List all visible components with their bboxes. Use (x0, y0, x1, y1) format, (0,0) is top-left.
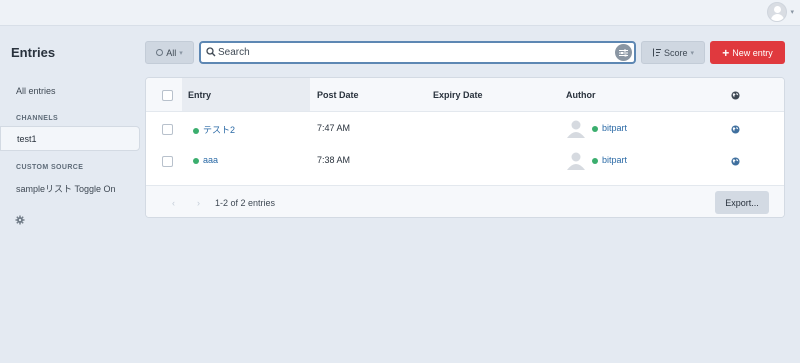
sidebar: Entries All entries CHANNELS test1 CUSTO… (0, 27, 140, 363)
sort-label: Score (663, 47, 688, 58)
entry-title-link[interactable]: aaa (203, 155, 218, 165)
page-title: Entries (11, 45, 56, 60)
sidebar-item-label: test1 (17, 134, 37, 144)
search-input[interactable] (218, 45, 608, 60)
search-icon (206, 47, 216, 57)
new-entry-button[interactable]: + New entry (710, 41, 785, 64)
author-avatar-icon (567, 120, 585, 138)
entry-title-link[interactable]: テスト2 (203, 125, 235, 135)
author-cell: bitpart (592, 123, 627, 133)
table-row[interactable]: aaa 7:38 AM bitpart (146, 145, 784, 177)
post-date-cell: 7:38 AM (317, 155, 351, 165)
column-header-post-date[interactable]: Post Date (317, 90, 359, 100)
search-filter-button[interactable] (615, 44, 632, 61)
next-page-icon[interactable]: › (197, 198, 200, 208)
globe-icon (731, 91, 740, 100)
globe-icon[interactable] (731, 157, 740, 166)
status-dot (193, 157, 199, 164)
table-footer: ‹ › 1-2 of 2 entries Export... (146, 185, 784, 217)
status-dot (193, 127, 199, 134)
sort-dropdown[interactable]: Score ▾ (641, 41, 705, 64)
chevron-down-icon: ▾ (790, 9, 794, 16)
row-checkbox[interactable] (162, 156, 173, 167)
author-avatar-icon (567, 152, 585, 170)
author-link[interactable]: bitpart (602, 123, 627, 133)
status-filter-dropdown[interactable]: All ▾ (145, 41, 194, 64)
sidebar-item-sample-list[interactable]: sampleリスト Toggle On (16, 182, 116, 195)
column-header-entry[interactable]: Entry (188, 90, 211, 100)
author-cell: bitpart (592, 155, 627, 165)
column-header-expiry-date[interactable]: Expiry Date (433, 90, 483, 100)
entry-title-cell: aaa (193, 155, 218, 165)
author-status-dot (592, 125, 598, 132)
chevron-down-icon: ▾ (179, 49, 183, 57)
pagination-text: 1-2 of 2 entries (215, 198, 276, 208)
column-header-author[interactable]: Author (566, 90, 596, 100)
sidebar-item-test1[interactable]: test1 (0, 126, 140, 151)
prev-page-icon[interactable]: ‹ (172, 198, 175, 208)
post-date-cell: 7:47 AM (317, 123, 351, 133)
sidebar-item-all-entries[interactable]: All entries (16, 86, 56, 96)
user-avatar-icon[interactable] (767, 2, 788, 22)
chevron-down-icon: ▾ (690, 49, 695, 57)
plus-icon: + (722, 45, 730, 60)
sliders-icon (619, 49, 628, 56)
entry-title-cell: テスト2 (193, 123, 235, 136)
top-bar: ▾ (0, 0, 800, 26)
search-field[interactable] (199, 41, 636, 64)
author-link[interactable]: bitpart (602, 155, 627, 165)
status-circle-icon (156, 49, 164, 56)
gear-icon[interactable] (15, 215, 25, 225)
sidebar-heading-custom-source: CUSTOM SOURCE (16, 164, 84, 171)
table-header: Entry Post Date Expiry Date Author (146, 78, 784, 112)
toolbar: All ▾ Score ▾ + New entry (145, 41, 785, 64)
author-status-dot (592, 157, 598, 164)
select-all-checkbox[interactable] (162, 90, 173, 101)
row-checkbox[interactable] (162, 124, 173, 135)
table-row[interactable]: テスト2 7:47 AM bitpart (146, 113, 784, 145)
status-filter-label: All (166, 47, 177, 58)
export-button[interactable]: Export... (715, 191, 769, 214)
globe-icon[interactable] (731, 125, 740, 134)
entries-table: Entry Post Date Expiry Date Author テスト2 … (145, 77, 785, 218)
new-entry-label: New entry (732, 47, 773, 58)
user-menu[interactable]: ▾ (767, 1, 794, 23)
sidebar-heading-channels: CHANNELS (16, 115, 59, 122)
sort-icon (652, 48, 661, 57)
